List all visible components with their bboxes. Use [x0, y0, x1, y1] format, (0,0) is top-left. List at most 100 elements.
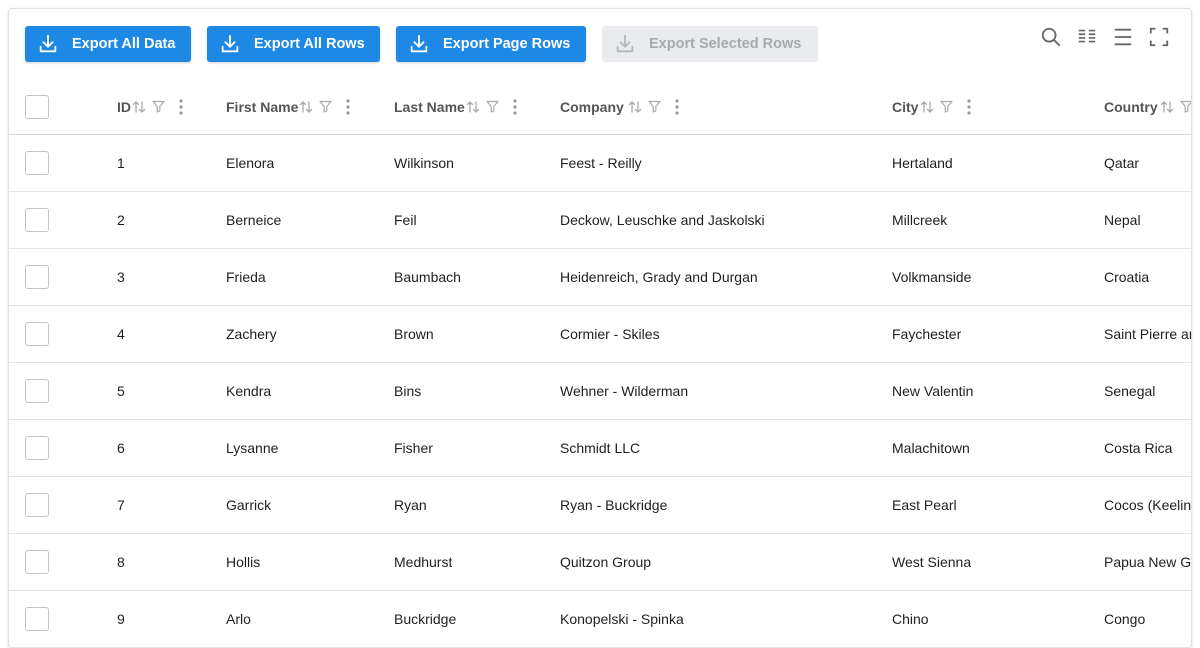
row-checkbox[interactable]	[25, 322, 49, 346]
cell-country: Congo	[1104, 611, 1146, 627]
table-row[interactable]: 7 Garrick Ryan Ryan - Buckridge East Pea…	[9, 477, 1192, 534]
filter-icon[interactable]	[648, 100, 661, 113]
column-header-last-name[interactable]: Last Name	[394, 79, 517, 134]
cell-company: Ryan - Buckridge	[560, 497, 668, 513]
row-select-cell	[25, 363, 49, 419]
column-header-label: Country	[1104, 98, 1158, 115]
cell-last-name: Fisher	[394, 440, 433, 456]
sort-icon[interactable]	[132, 100, 146, 114]
table-panel: Export All Data Export All Rows Export P…	[8, 8, 1192, 648]
row-checkbox[interactable]	[25, 151, 49, 175]
fullscreen-icon[interactable]	[1141, 23, 1177, 51]
cell-city: New Valentin	[892, 383, 974, 399]
column-menu-icon[interactable]	[967, 98, 972, 115]
export-all-data-button[interactable]: Export All Data	[25, 26, 191, 62]
row-checkbox[interactable]	[25, 265, 49, 289]
table-row[interactable]: 6 Lysanne Fisher Schmidt LLC Malachitown…	[9, 420, 1191, 477]
export-selected-rows-button[interactable]: Export Selected Rows	[602, 26, 818, 62]
cell-country: Nepal	[1104, 212, 1141, 228]
column-header-id[interactable]: ID	[117, 79, 183, 134]
cell-id: 4	[117, 326, 125, 342]
row-checkbox[interactable]	[25, 550, 49, 574]
cell-first-name: Frieda	[226, 269, 266, 285]
column-header-label: First Name	[226, 98, 299, 115]
cell-last-name: Medhurst	[394, 554, 453, 570]
column-menu-icon[interactable]	[513, 98, 517, 115]
row-select-cell	[25, 249, 49, 305]
cell-last-name: Ryan	[394, 497, 427, 513]
filter-icon[interactable]	[940, 100, 954, 113]
row-checkbox[interactable]	[25, 607, 49, 631]
row-select-cell	[25, 591, 49, 647]
cell-country: Senegal	[1104, 383, 1156, 399]
cell-country: Cocos (Keeling	[1104, 497, 1192, 513]
cell-id: 2	[117, 212, 125, 228]
export-all-rows-button[interactable]: Export All Rows	[207, 26, 380, 62]
cell-city: Chino	[892, 611, 929, 627]
row-checkbox[interactable]	[25, 208, 49, 232]
table-row[interactable]: 3 Frieda Baumbach Heidenreich, Grady and…	[9, 249, 1191, 306]
cell-first-name: Elenora	[226, 155, 275, 171]
column-menu-icon[interactable]	[179, 98, 183, 115]
cell-id: 3	[117, 269, 125, 285]
sort-icon[interactable]	[466, 100, 480, 114]
cell-company: Cormier - Skiles	[560, 326, 660, 342]
cell-country: Croatia	[1104, 269, 1150, 285]
cell-country: Saint Pierre ar	[1104, 326, 1192, 342]
export-all-data-label: Export All Data	[72, 36, 176, 52]
density-icon[interactable]	[1105, 23, 1141, 51]
cell-last-name: Wilkinson	[394, 155, 454, 171]
cell-id: 6	[117, 440, 125, 456]
sort-icon[interactable]	[920, 100, 934, 114]
row-checkbox[interactable]	[25, 436, 49, 460]
cell-first-name: Lysanne	[226, 440, 279, 456]
table-row[interactable]: 5 Kendra Bins Wehner - Wilderman New Val…	[9, 363, 1191, 420]
sort-icon[interactable]	[628, 100, 642, 114]
download-icon	[410, 34, 428, 53]
select-all-cell	[25, 79, 49, 134]
top-toolbar: Export All Data Export All Rows Export P…	[9, 9, 1191, 79]
row-checkbox[interactable]	[25, 379, 49, 403]
table-row[interactable]: 2 Berneice Feil Deckow, Leuschke and Jas…	[9, 192, 1191, 249]
cell-country: Costa Rica	[1104, 440, 1173, 456]
row-select-cell	[25, 420, 49, 476]
column-header-label: City	[892, 98, 919, 115]
column-header-country[interactable]: Country	[1104, 79, 1191, 134]
cell-last-name: Brown	[394, 326, 434, 342]
column-header-first-name[interactable]: First Name	[226, 79, 350, 134]
table-body: 1 Elenora Wilkinson Feest - Reilly Herta…	[9, 135, 1192, 647]
sort-icon[interactable]	[1160, 100, 1174, 114]
cell-id: 9	[117, 611, 125, 627]
download-icon	[39, 34, 57, 53]
cell-id: 7	[117, 497, 125, 513]
row-checkbox[interactable]	[25, 493, 49, 517]
cell-country: Qatar	[1104, 155, 1140, 171]
cell-id: 8	[117, 554, 125, 570]
filter-icon[interactable]	[319, 100, 332, 113]
row-select-cell	[25, 477, 49, 533]
column-header-company[interactable]: Company	[560, 79, 679, 134]
search-icon[interactable]	[1033, 23, 1069, 51]
column-menu-icon[interactable]	[675, 98, 679, 115]
row-select-cell	[25, 135, 49, 191]
filter-icon[interactable]	[486, 100, 499, 113]
cell-city: Faychester	[892, 326, 962, 342]
table-row[interactable]: 8 Hollis Medhurst Quitzon Group West Sie…	[9, 534, 1191, 591]
column-visibility-icon[interactable]	[1069, 23, 1105, 51]
export-all-rows-label: Export All Rows	[254, 36, 365, 52]
column-header-city[interactable]: City	[892, 79, 972, 134]
export-page-rows-button[interactable]: Export Page Rows	[396, 26, 586, 62]
select-all-checkbox[interactable]	[25, 94, 49, 119]
export-page-rows-label: Export Page Rows	[443, 36, 571, 52]
table-row[interactable]: 4 Zachery Brown Cormier - Skiles Fayches…	[9, 306, 1192, 363]
column-menu-icon[interactable]	[346, 98, 350, 115]
filter-icon[interactable]	[1180, 100, 1191, 113]
table-row[interactable]: 9 Arlo Buckridge Konopelski - Spinka Chi…	[9, 591, 1191, 647]
filter-icon[interactable]	[152, 100, 165, 113]
cell-company: Wehner - Wilderman	[560, 383, 689, 399]
table-row[interactable]: 1 Elenora Wilkinson Feest - Reilly Herta…	[9, 135, 1191, 192]
sort-icon[interactable]	[299, 100, 313, 114]
table-header: ID First Name Last Name Company City Cou…	[9, 79, 1191, 135]
cell-last-name: Feil	[394, 212, 417, 228]
cell-first-name: Hollis	[226, 554, 261, 570]
